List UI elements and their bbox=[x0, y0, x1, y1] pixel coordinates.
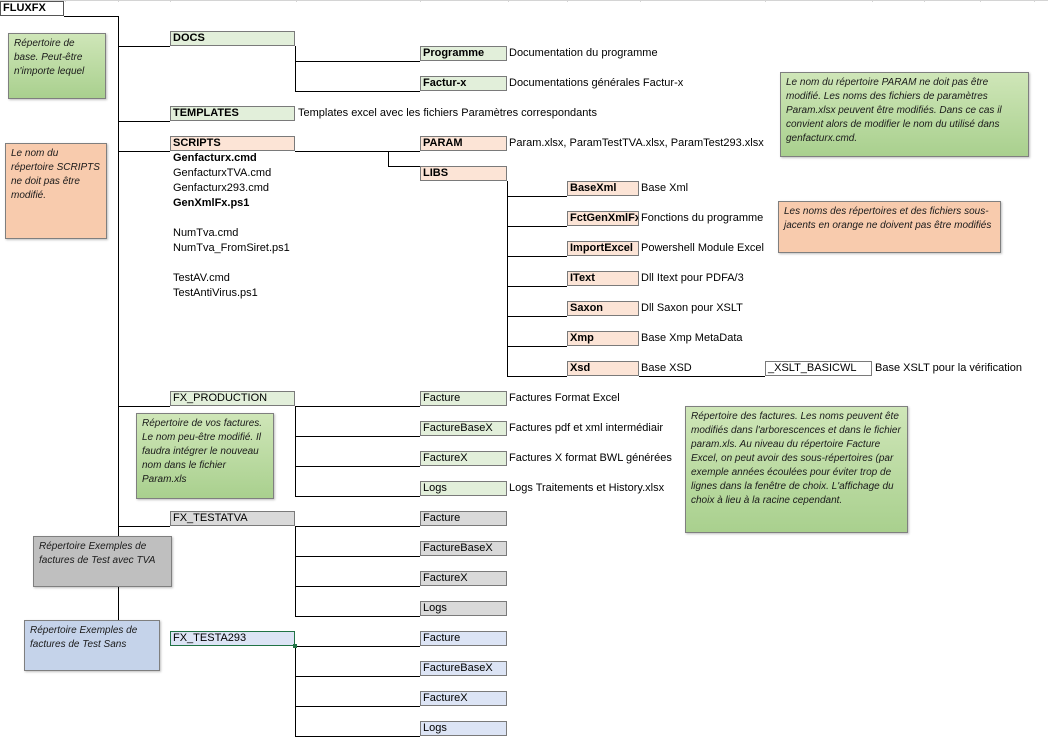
production-logs-desc: Logs Traitements et History.xlsx bbox=[509, 482, 665, 494]
script-file: Genfacturx.cmd bbox=[173, 152, 257, 164]
lib-saxon-desc: Dll Saxon pour XSLT bbox=[641, 302, 743, 314]
testa293-folder-cell[interactable]: FX_TESTA293 bbox=[170, 631, 295, 646]
note-param-directory[interactable]: Le nom du répertoire PARAM ne doit pas ê… bbox=[780, 72, 1029, 157]
testa293-facturebasex-cell[interactable]: FactureBaseX bbox=[420, 661, 507, 676]
param-folder-cell[interactable]: PARAM bbox=[420, 136, 507, 151]
libs-folder-cell[interactable]: LIBS bbox=[420, 166, 507, 181]
note-testa293[interactable]: Répertoire Exemples de factures de Test … bbox=[24, 620, 160, 671]
note-production-directory[interactable]: Répertoire de vos factures. Le nom peu-ê… bbox=[136, 413, 274, 499]
lib-importexcel-desc: Powershell Module Excel bbox=[641, 242, 764, 254]
lib-xsd-cell[interactable]: Xsd bbox=[567, 361, 639, 376]
lib-xslt-desc: Base XSLT pour la vérification bbox=[875, 362, 1022, 374]
script-file: TestAV.cmd bbox=[173, 272, 230, 284]
docs-programme-cell[interactable]: Programme bbox=[420, 46, 507, 61]
docs-facturx-desc: Documentations générales Factur-x bbox=[509, 77, 684, 89]
production-facturebasex-cell[interactable]: FactureBaseX bbox=[420, 421, 507, 436]
script-file: Genfacturx293.cmd bbox=[173, 182, 269, 194]
docs-programme-desc: Documentation du programme bbox=[509, 47, 658, 59]
production-folder-cell[interactable]: FX_PRODUCTION bbox=[170, 391, 295, 406]
note-factures-directory[interactable]: Répertoire des factures. Les noms peuven… bbox=[685, 406, 908, 533]
templates-folder-cell[interactable]: TEMPLATES bbox=[170, 106, 295, 121]
templates-desc: Templates excel avec les fichiers Paramè… bbox=[298, 107, 597, 119]
param-desc: Param.xlsx, ParamTestTVA.xlsx, ParamTest… bbox=[509, 137, 764, 149]
lib-saxon-cell[interactable]: Saxon bbox=[567, 301, 639, 316]
lib-xmp-desc: Base Xmp MetaData bbox=[641, 332, 743, 344]
testa293-facture-cell[interactable]: Facture bbox=[420, 631, 507, 646]
lib-itext-cell[interactable]: IText bbox=[567, 271, 639, 286]
production-facturex-desc: Factures X format BWL générées bbox=[509, 452, 672, 464]
lib-basexml-cell[interactable]: BaseXml bbox=[567, 181, 639, 196]
note-testatva[interactable]: Répertoire Exemples de factures de Test … bbox=[33, 536, 172, 587]
production-facture-desc: Factures Format Excel bbox=[509, 392, 620, 404]
production-logs-cell[interactable]: Logs bbox=[420, 481, 507, 496]
note-orange-names[interactable]: Les noms des répertoires et des fichiers… bbox=[778, 201, 1001, 253]
lib-xmp-cell[interactable]: Xmp bbox=[567, 331, 639, 346]
note-base-directory[interactable]: Répertoire de base. Peut-être n'importe … bbox=[8, 33, 106, 99]
script-file: GenXmlFx.ps1 bbox=[173, 197, 250, 209]
testa293-logs-cell[interactable]: Logs bbox=[420, 721, 507, 736]
production-facturex-cell[interactable]: FactureX bbox=[420, 451, 507, 466]
lib-itext-desc: Dll Itext pour PDFA/3 bbox=[641, 272, 744, 284]
docs-facturx-cell[interactable]: Factur-x bbox=[420, 76, 507, 91]
script-file: NumTva_FromSiret.ps1 bbox=[173, 242, 290, 254]
production-facturebasex-desc: Factures pdf et xml intermédiair bbox=[509, 422, 664, 434]
testatva-folder-cell[interactable]: FX_TESTATVA bbox=[170, 511, 295, 526]
lib-basexml-desc: Base Xml bbox=[641, 182, 689, 194]
production-facture-cell[interactable]: Facture bbox=[420, 391, 507, 406]
script-file: NumTva.cmd bbox=[173, 227, 239, 239]
testatva-logs-cell[interactable]: Logs bbox=[420, 601, 507, 616]
root-folder-cell[interactable]: FLUXFX bbox=[0, 1, 64, 16]
testa293-facturex-cell[interactable]: FactureX bbox=[420, 691, 507, 706]
lib-importexcel-cell[interactable]: ImportExcel bbox=[567, 241, 639, 256]
lib-xsd-desc: Base XSD bbox=[641, 362, 692, 374]
testatva-facturex-cell[interactable]: FactureX bbox=[420, 571, 507, 586]
script-file: GenfacturxTVA.cmd bbox=[173, 167, 272, 179]
lib-fctgen-cell[interactable]: FctGenXmlFx bbox=[567, 211, 639, 226]
lib-xslt-cell[interactable]: _XSLT_BASICWL bbox=[765, 361, 872, 376]
note-scripts-directory[interactable]: Le nom du répertoire SCRIPTS ne doit pas… bbox=[5, 143, 107, 239]
script-file: TestAntiVirus.ps1 bbox=[173, 287, 258, 299]
scripts-folder-cell[interactable]: SCRIPTS bbox=[170, 136, 295, 151]
selection-handle[interactable] bbox=[293, 644, 297, 648]
testatva-facture-cell[interactable]: Facture bbox=[420, 511, 507, 526]
lib-fctgen-desc: Fonctions du programme bbox=[641, 212, 764, 224]
docs-folder-cell[interactable]: DOCS bbox=[170, 31, 295, 46]
testatva-facturebasex-cell[interactable]: FactureBaseX bbox=[420, 541, 507, 556]
